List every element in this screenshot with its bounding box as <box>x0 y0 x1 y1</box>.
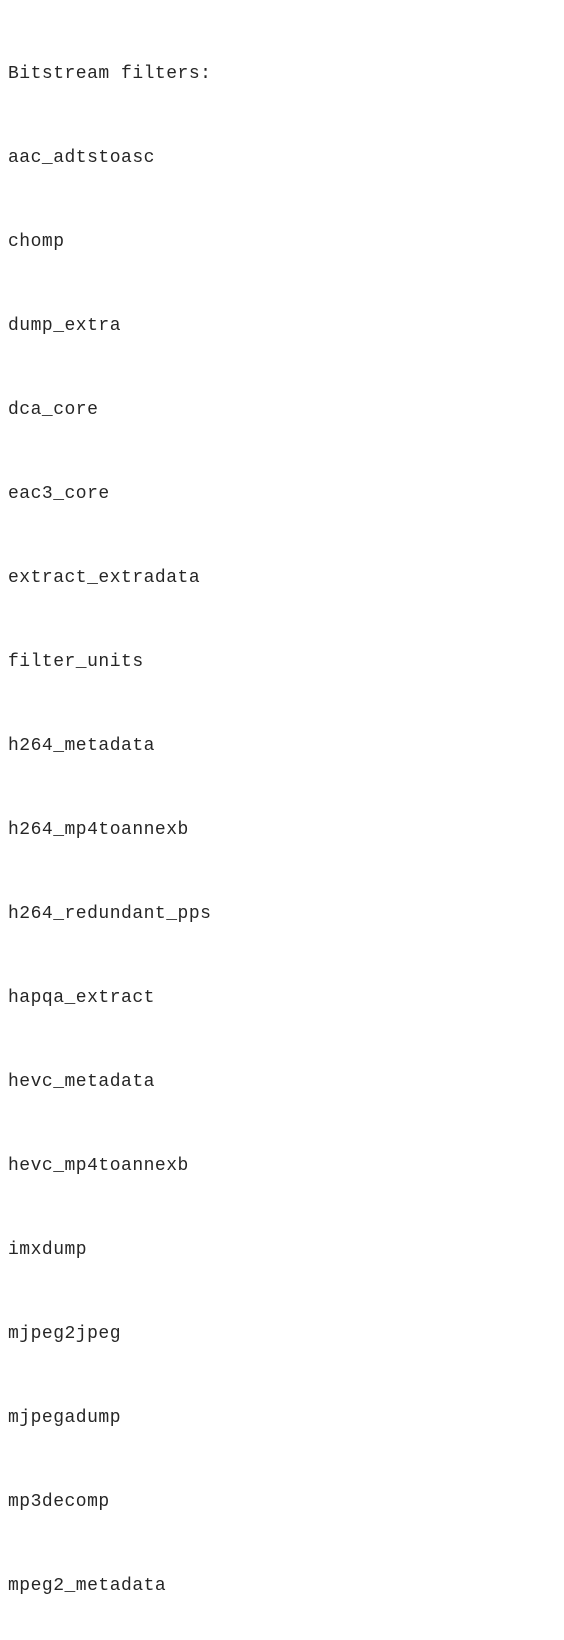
filter-item: mpeg2_metadata <box>8 1572 556 1600</box>
filter-item: hevc_metadata <box>8 1068 556 1096</box>
filter-item: mjpegadump <box>8 1404 556 1432</box>
filter-item: h264_metadata <box>8 732 556 760</box>
filter-item: dca_core <box>8 396 556 424</box>
filter-item: mjpeg2jpeg <box>8 1320 556 1348</box>
filter-item: chomp <box>8 228 556 256</box>
filter-item: h264_mp4toannexb <box>8 816 556 844</box>
terminal-output: Bitstream filters: aac_adtstoasc chomp d… <box>8 4 556 1640</box>
filter-item: mp3decomp <box>8 1488 556 1516</box>
filter-item: aac_adtstoasc <box>8 144 556 172</box>
filter-item: extract_extradata <box>8 564 556 592</box>
output-header: Bitstream filters: <box>8 60 556 88</box>
filter-item: imxdump <box>8 1236 556 1264</box>
filter-item: eac3_core <box>8 480 556 508</box>
filter-item: dump_extra <box>8 312 556 340</box>
filter-item: hapqa_extract <box>8 984 556 1012</box>
filter-item: h264_redundant_pps <box>8 900 556 928</box>
filter-item: hevc_mp4toannexb <box>8 1152 556 1180</box>
filter-item: filter_units <box>8 648 556 676</box>
